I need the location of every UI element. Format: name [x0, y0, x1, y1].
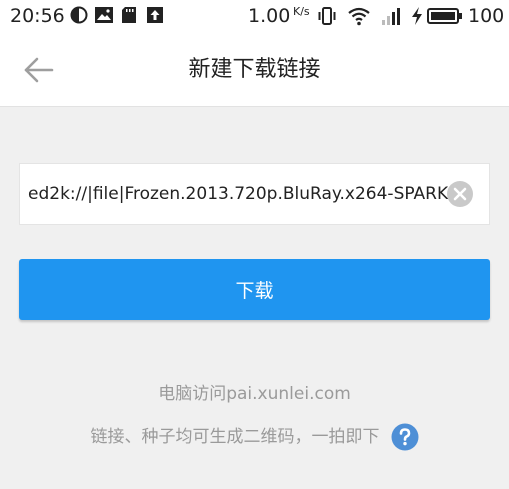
signal-icon [382, 8, 400, 25]
url-field [19, 163, 490, 225]
arrow-left-icon [24, 57, 54, 83]
net-speed: 1.00 [248, 5, 291, 27]
wifi-icon [348, 7, 370, 26]
help-button[interactable] [391, 423, 419, 451]
qr-code-hint: 链接、种子均可生成二维码，一拍即下 [90, 427, 380, 447]
net-speed-unit: K/s [293, 5, 310, 18]
url-input[interactable] [28, 164, 448, 224]
upload-icon [147, 7, 163, 23]
clear-button[interactable] [446, 180, 474, 208]
image-icon [95, 7, 113, 23]
status-time: 20:56 [10, 5, 65, 27]
pc-access-hint: 电脑访问pai.xunlei.com [158, 384, 351, 404]
battery-percent: 100 [468, 5, 505, 27]
download-button[interactable]: 下载 [19, 259, 490, 320]
clear-circle-icon [447, 181, 473, 207]
vibrate-icon [318, 7, 336, 25]
page-title: 新建下载链接 [188, 57, 321, 82]
half-circle-icon [70, 6, 88, 24]
status-bar: 20:56 1.00 K/s 100 [0, 0, 509, 34]
battery-icon [427, 8, 462, 24]
sd-card-icon [122, 7, 136, 23]
charging-icon [412, 7, 422, 25]
title-bar: 新建下载链接 [0, 34, 509, 107]
back-button[interactable] [18, 52, 58, 88]
question-circle-icon [391, 423, 419, 451]
qr-hint-row: 链接、种子均可生成二维码，一拍即下 [0, 421, 509, 453]
